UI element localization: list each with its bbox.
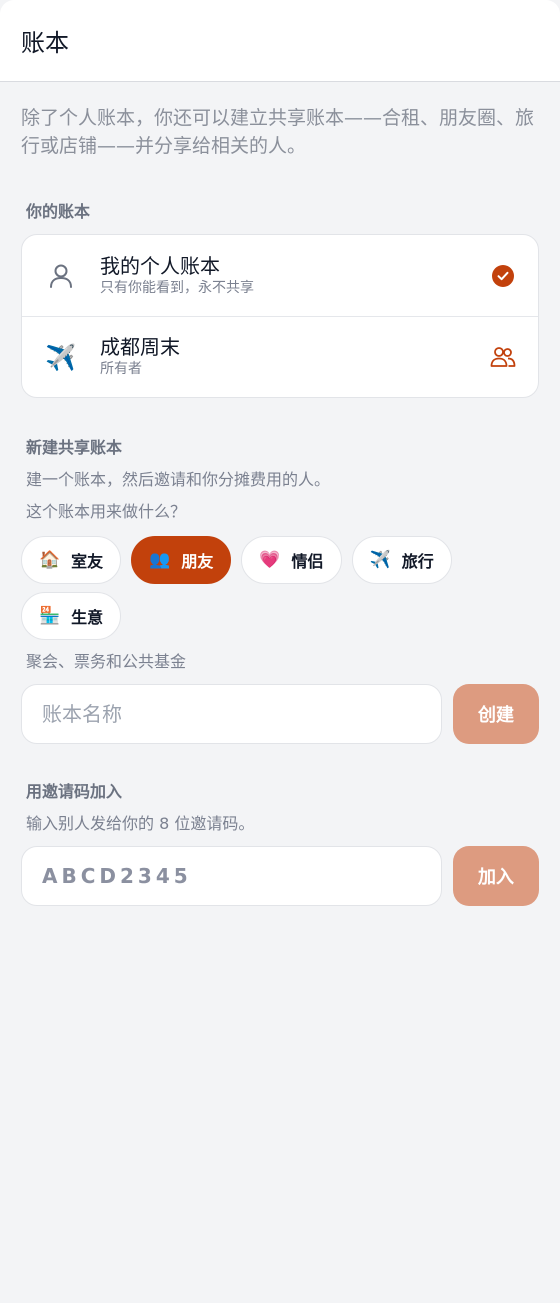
category-chips: 🏠 室友 👥 朋友 💗 情侣 ✈️ 旅行 🏪 生意 [21,536,539,640]
heart-icon: 💗 [259,549,281,570]
your-books-label: 你的账本 [26,202,91,221]
chip-label: 室友 [71,552,104,571]
join-button[interactable]: 加入 [453,846,539,906]
chip-label: 生意 [71,608,104,627]
book-item-chengdu-weekend[interactable]: ✈️ 成都周末 所有者 [22,316,538,397]
book-subtitle: 只有你能看到，永不共享 [100,279,254,296]
ledger-screen: 账本 除了个人账本，你还可以建立共享账本——合租、朋友圈、旅行或店铺——并分享给… [0,0,560,1303]
book-list: 我的个人账本 只有你能看到，永不共享 ✈️ 成都周末 所有者 [21,234,539,398]
chip-couple[interactable]: 💗 情侣 [241,536,342,584]
book-name: 成都周末 [100,335,180,359]
store-icon: 🏪 [39,605,61,626]
intro-text: 除了个人账本，你还可以建立共享账本——合租、朋友圈、旅行或店铺——并分享给相关的… [21,107,535,157]
check-icon [490,263,516,289]
person-icon [44,259,78,293]
new-book-description: 建一个账本，然后邀请和你分摊费用的人。 [26,470,331,489]
join-row: 加入 [21,846,539,906]
page-title: 账本 [21,29,69,57]
main-content: 除了个人账本，你还可以建立共享账本——合租、朋友圈、旅行或店铺——并分享给相关的… [0,82,560,906]
airplane-icon: ✈️ [45,342,77,372]
book-texts: 成都周末 所有者 [100,335,490,379]
join-label: 用邀请码加入 [26,782,123,801]
join-description: 输入别人发给你的 8 位邀请码。 [26,814,255,833]
app-header: 账本 [0,0,560,82]
chip-friends[interactable]: 👥 朋友 [131,536,232,584]
chip-business[interactable]: 🏪 生意 [21,592,122,640]
chip-label: 旅行 [401,552,434,571]
chip-travel[interactable]: ✈️ 旅行 [351,536,452,584]
house-icon: 🏠 [39,549,61,570]
chip-label: 情侣 [291,552,324,571]
chip-roommates[interactable]: 🏠 室友 [21,536,122,584]
airplane-icon: ✈️ [369,549,391,570]
chip-label: 朋友 [181,552,214,571]
create-button[interactable]: 创建 [453,684,539,744]
book-subtitle: 所有者 [100,361,142,377]
book-texts: 我的个人账本 只有你能看到，永不共享 [100,254,490,298]
group-icon [490,344,516,370]
new-book-label: 新建共享账本 [26,438,123,457]
create-book-row: 创建 [21,684,539,744]
category-hint: 聚会、票务和公共基金 [26,652,187,671]
people-icon: 👥 [149,549,171,570]
invite-code-input[interactable] [21,846,442,906]
book-item-personal[interactable]: 我的个人账本 只有你能看到，永不共享 [22,235,538,316]
book-name: 我的个人账本 [100,253,220,278]
join-section: 用邀请码加入 输入别人发给你的 8 位邀请码。 加入 [21,778,539,906]
new-book-question: 这个账本用来做什么？ [26,502,187,521]
book-name-input[interactable] [21,684,442,744]
new-book-section: 新建共享账本 建一个账本，然后邀请和你分摊费用的人。 这个账本用来做什么？ 🏠 … [21,434,539,744]
